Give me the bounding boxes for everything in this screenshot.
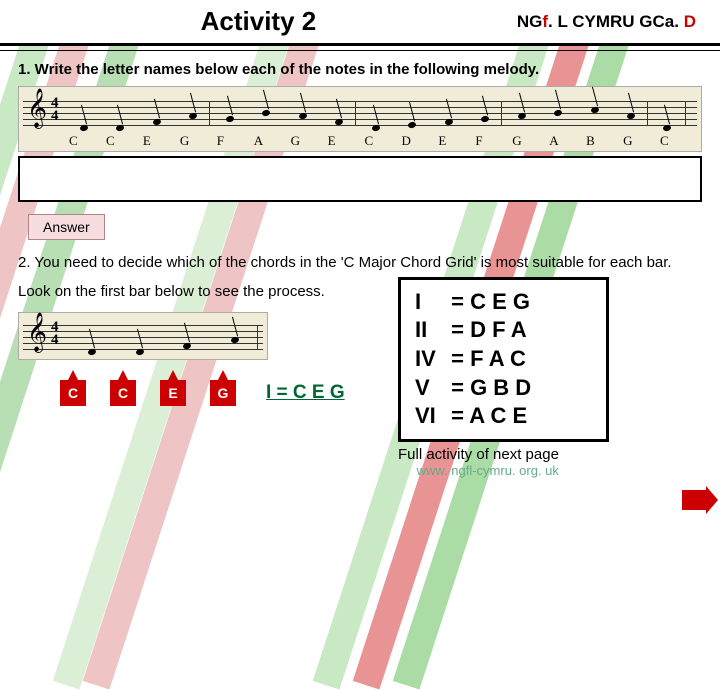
question-1-prompt: 1. Write the letter names below each of … — [18, 61, 702, 78]
note-tag: C — [110, 380, 136, 406]
page-title: Activity 2 — [0, 6, 517, 37]
time-signature: 44 — [51, 321, 59, 347]
bar-staff: 𝄞 44 — [18, 312, 268, 360]
note-letter-row: CCEGFAGECDEFGABGC — [23, 133, 697, 149]
time-signature: 44 — [51, 97, 59, 123]
note-tag: C — [60, 380, 86, 406]
melody-staff: 𝄞 44 CCEGFAGECDEFGABGC — [18, 86, 702, 152]
note-tag: G — [210, 380, 236, 406]
logo: NGf. L CYMRU GCa. D — [517, 12, 696, 32]
treble-clef-icon: 𝄞 — [27, 314, 47, 352]
question-2-prompt: 2. You need to decide which of the chord… — [18, 254, 702, 273]
answer-button[interactable]: Answer — [28, 214, 105, 240]
question-2-hint: Look on the first bar below to see the p… — [18, 283, 378, 300]
chord-equation: I = C E G — [266, 382, 345, 406]
footer-url: www. ngfl-cymru. org. uk — [398, 463, 609, 478]
answer-input-box[interactable] — [18, 156, 702, 202]
chord-grid: I = C E GII = D F AIV = F A CV = G B DVI… — [398, 277, 609, 442]
note-tag: E — [160, 380, 186, 406]
next-page-arrow-icon[interactable] — [682, 490, 706, 510]
footer-text: Full activity of next page — [398, 446, 609, 463]
treble-clef-icon: 𝄞 — [27, 90, 47, 128]
note-tags-row: CCEG — [18, 380, 236, 406]
